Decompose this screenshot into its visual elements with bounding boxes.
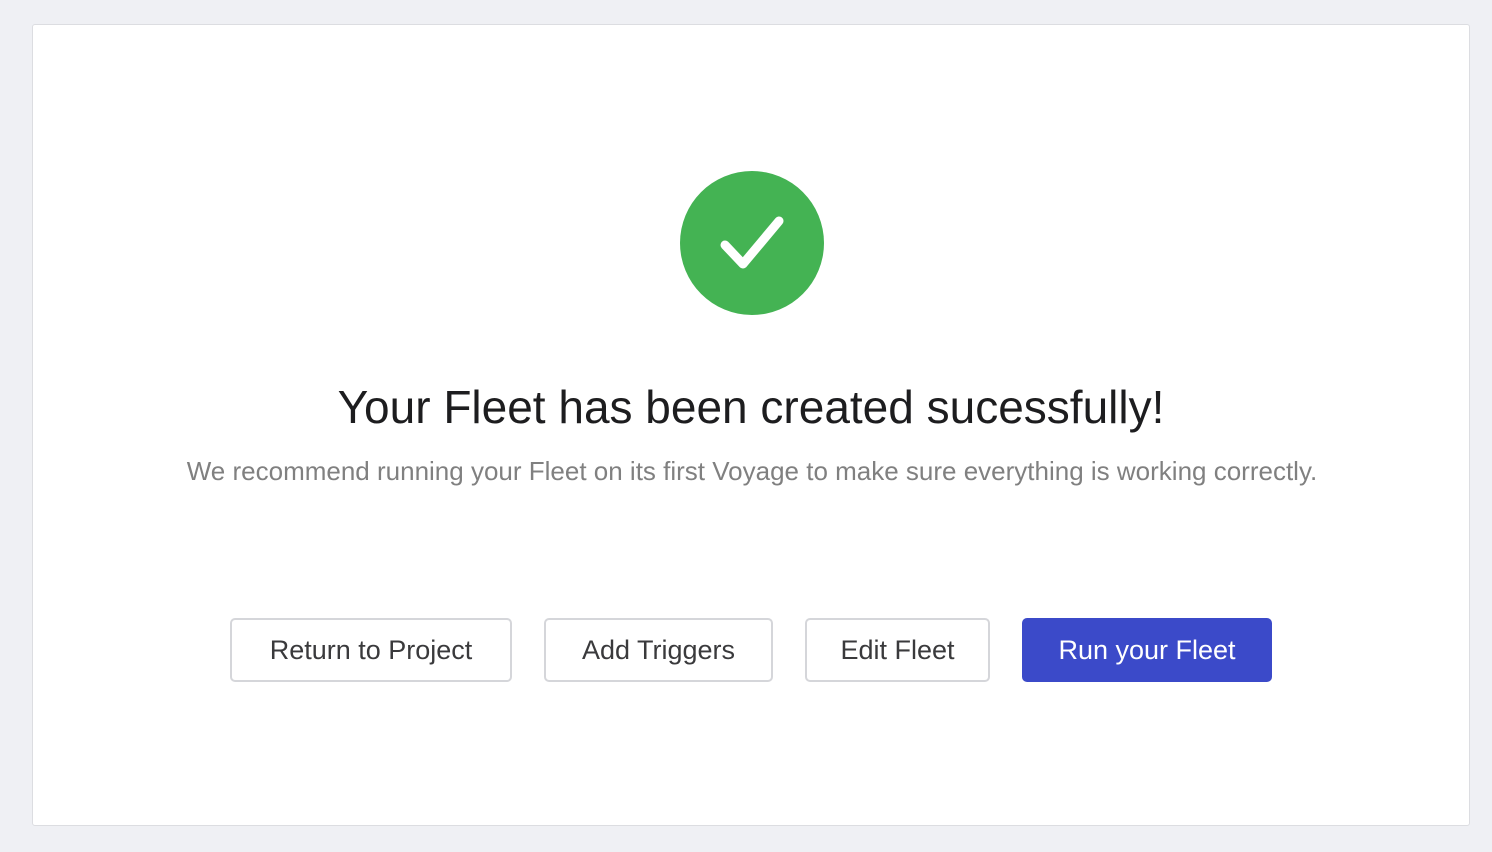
edit-fleet-button[interactable]: Edit Fleet <box>805 618 990 682</box>
check-circle-icon <box>680 171 824 315</box>
return-to-project-button[interactable]: Return to Project <box>230 618 512 682</box>
action-bar: Return to Project Add Triggers Edit Flee… <box>33 618 1469 682</box>
run-fleet-button[interactable]: Run your Fleet <box>1022 618 1272 682</box>
page-title: Your Fleet has been created sucessfully! <box>337 381 1165 433</box>
page-subtitle: We recommend running your Fleet on its f… <box>186 456 1318 486</box>
add-triggers-button[interactable]: Add Triggers <box>544 618 773 682</box>
checkmark-icon <box>720 216 784 269</box>
success-card: Your Fleet has been created sucessfully!… <box>32 24 1470 826</box>
